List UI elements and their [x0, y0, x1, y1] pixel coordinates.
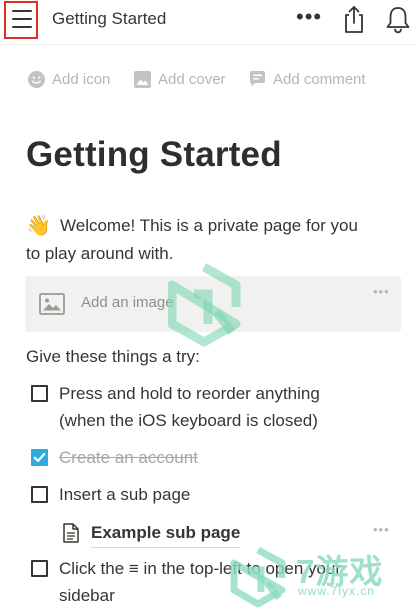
- sub-page-link[interactable]: Example sub page •••: [63, 519, 393, 548]
- todo-checkbox-1[interactable]: [31, 385, 48, 402]
- more-options-button[interactable]: •••: [296, 6, 324, 32]
- top-bar: Getting Started •••: [0, 0, 416, 40]
- welcome-text-line-1[interactable]: Welcome! This is a private page for you: [60, 212, 358, 240]
- comment-icon: [250, 70, 265, 86]
- sub-page-more-icon[interactable]: •••: [373, 522, 390, 537]
- add-image-block[interactable]: Add an image •••: [25, 276, 401, 332]
- todo-text-2[interactable]: Create an account: [59, 444, 198, 472]
- add-cover-label: Add cover: [158, 70, 226, 88]
- waving-hand-icon: 👋: [26, 215, 51, 237]
- bell-icon: [386, 7, 410, 34]
- header-divider: [0, 44, 416, 45]
- page-title[interactable]: Getting Started: [26, 135, 282, 175]
- smiley-icon: [28, 70, 45, 88]
- todo-text-4-line-2[interactable]: sidebar: [59, 582, 115, 610]
- hamburger-icon-bar: [12, 18, 32, 20]
- block-more-icon[interactable]: •••: [373, 284, 390, 299]
- page-actions: Add icon Add cover Add comment: [28, 68, 408, 90]
- image-icon: [134, 70, 151, 88]
- add-comment-button[interactable]: Add comment: [249, 68, 366, 90]
- todo-checkbox-4[interactable]: [31, 560, 48, 577]
- todo-checkbox-3[interactable]: [31, 486, 48, 503]
- sub-page-label: Example sub page: [91, 519, 241, 548]
- document-icon: [63, 523, 79, 543]
- share-button[interactable]: [341, 4, 367, 34]
- add-image-label: Add an image: [81, 294, 174, 311]
- todo-checkbox-2[interactable]: [31, 449, 48, 466]
- watermark-url: www.7lyx.cn: [298, 584, 376, 598]
- todo-text-3[interactable]: Insert a sub page: [59, 481, 190, 509]
- checkmark-icon: [33, 452, 46, 463]
- todo-text-1-line-1[interactable]: Press and hold to reorder anything: [59, 380, 320, 408]
- share-icon: [345, 6, 363, 33]
- sidebar-menu-button[interactable]: [4, 1, 38, 39]
- header-page-title[interactable]: Getting Started: [52, 9, 166, 29]
- todo-text-1-line-2[interactable]: (when the iOS keyboard is closed): [59, 407, 318, 435]
- add-icon-button[interactable]: Add icon: [28, 68, 110, 90]
- notifications-button[interactable]: [384, 4, 412, 34]
- add-comment-label: Add comment: [273, 70, 366, 88]
- hamburger-icon-bar: [12, 26, 32, 28]
- welcome-text-line-2[interactable]: to play around with.: [26, 240, 173, 268]
- add-cover-button[interactable]: Add cover: [134, 68, 226, 90]
- add-icon-label: Add icon: [52, 70, 111, 88]
- hamburger-icon: [12, 10, 32, 12]
- try-heading[interactable]: Give these things a try:: [26, 343, 200, 371]
- image-icon: [39, 293, 65, 315]
